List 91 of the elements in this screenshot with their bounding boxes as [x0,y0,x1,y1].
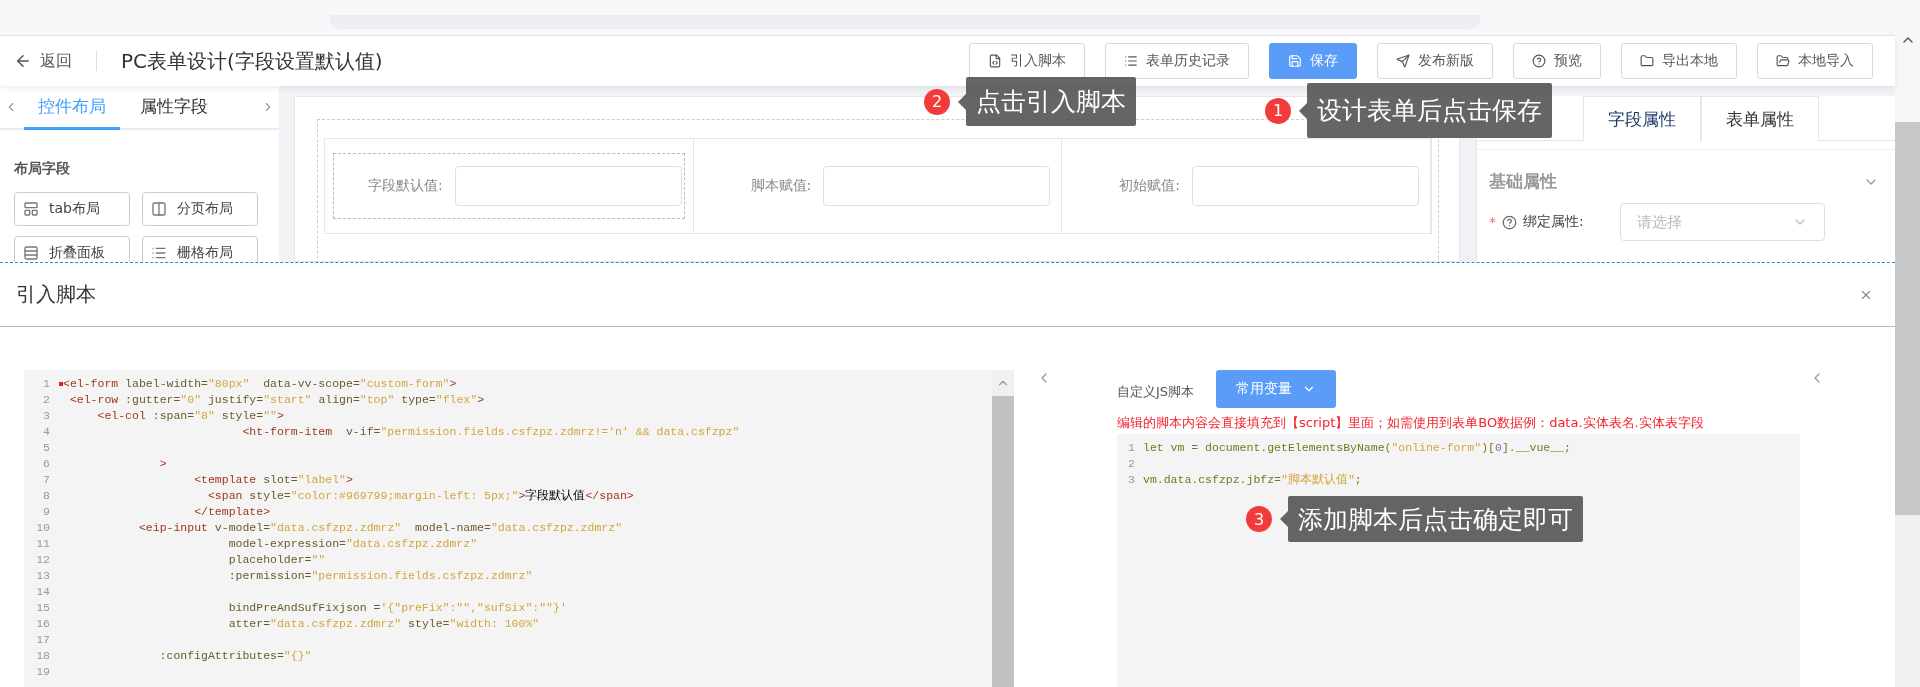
line-number: 2 [42,392,51,408]
panel-tab[interactable]: 属性字段 [126,86,222,130]
button-icon [1532,54,1546,68]
toolbar-button[interactable]: 预览 [1513,43,1601,79]
callout-pointer [958,93,966,110]
hint-text: 编辑的脚本内容会直接填充到【script】里面；如需使用到表单BO数据例：data.实体表名.实体表字段 [1117,414,1705,432]
input-field[interactable] [1192,166,1419,206]
field-label: 绑定属性: [1523,213,1584,231]
form-field[interactable]: 字段默认值: [333,153,685,219]
code-line: > [158,456,167,472]
widget-icon [151,201,167,217]
code-line: model-expression="data.csfzpz.zdmrz" [227,536,478,552]
line-number: 4 [42,424,51,440]
line-number: 13 [35,568,51,584]
line-number: 10 [35,520,51,536]
line-number: 5 [42,440,51,456]
button-icon [1124,54,1138,68]
line-number: 3 [1127,472,1136,488]
toolbar-button[interactable]: 导出本地 [1621,43,1737,79]
code-line: <el-form label-width="80px" data-vv-scope="custom-form"> [63,376,457,392]
back-link[interactable]: 返回 [14,50,72,72]
code-line: let vm = document.getElementsByName("online-form")[0].__vue__; [1143,440,1571,456]
line-number: 2 [1127,456,1136,472]
required-mark: * [1489,214,1496,230]
code-line: vm.data.csfzpz.jbfz="脚本默认值"; [1143,472,1362,488]
code-line: </template> [193,504,271,520]
code-line: bindPreAndSufFixjson ='{"preFix":"","sufSix":""}' [227,600,567,616]
code-line: :configAttributes="{}" [158,648,312,664]
widget-icon [23,201,39,217]
help-icon[interactable] [1502,214,1517,230]
line-number: 14 [35,584,51,600]
button-icon [1396,54,1410,68]
form-field[interactable]: 脚本赋值: [701,153,1054,219]
code-line: atter="data.csfzpz.zdmrz" style="width: 100%" [227,616,540,632]
code-line: <span style="color:#969799;margin-left: 5px;">字段默认值</span> [206,488,634,504]
code-line: <el-col :span="8" style=""> [96,408,284,424]
line-number: 15 [35,600,51,616]
editor-scrollbar[interactable] [992,370,1014,687]
page-scrollbar[interactable] [1895,0,1920,687]
callout-tooltip: 添加脚本后点击确定即可 [1288,496,1583,542]
section-title: 基础属性 [1489,170,1557,193]
line-number: 6 [42,456,51,472]
line-number: 3 [42,408,51,424]
button-icon [1640,54,1654,68]
code-line: placeholder="" [227,552,326,568]
scrollbar-thumb[interactable] [1895,122,1920,515]
fold-marker-icon[interactable] [58,382,63,386]
form-field[interactable]: 初始赋值: [1070,153,1422,219]
code-line: <eip-input v-model="data.csfzpz.zdmrz" model-name="data.csfzpz.zdmrz" [137,520,623,536]
widget-icon [151,245,167,261]
line-number: 16 [35,616,51,632]
drawer-title: 引入脚本 [16,281,96,308]
line-number: 19 [35,664,51,680]
line-number: 8 [42,488,51,504]
line-number: 18 [35,648,51,664]
code-line: <ht-form-item v-if="permission.fields.csfzpz.zdmrz!='n' && data.csfzpz" [241,424,740,440]
toolbar-button[interactable]: 引入脚本 [969,43,1085,79]
toolbar-button[interactable]: 本地导入 [1757,43,1873,79]
field-label: 初始赋值: [1119,177,1180,195]
line-number: 1 [42,376,51,392]
line-number: 11 [35,536,51,552]
panel-tab[interactable]: 字段属性 [1583,96,1701,141]
line-number: 7 [42,472,51,488]
input-field[interactable] [823,166,1051,206]
widget-item[interactable]: tab布局 [14,192,130,226]
page-title: PC表单设计(字段设置默认值) [121,47,384,75]
line-number: 9 [42,504,51,520]
panel-tab[interactable]: 表单属性 [1701,96,1819,141]
script-label: 自定义JS脚本 [1117,383,1195,401]
toolbar-button[interactable]: 表单历史记录 [1105,43,1249,79]
widget-item[interactable]: 分页布局 [142,192,258,226]
button-icon [1776,54,1790,68]
field-label: 脚本赋值: [750,177,812,195]
field-label: 字段默认值: [367,177,443,195]
callout-pointer [1299,102,1307,119]
code-editor[interactable] [24,370,1014,687]
button-icon [1288,54,1302,68]
widget-icon [23,245,39,261]
toolbar-button[interactable]: 发布新版 [1377,43,1493,79]
callout-pointer [1280,511,1288,527]
button-icon [988,54,1002,68]
input-field[interactable] [454,166,682,206]
code-line: :permission="permission.fields.csfzpz.zdmrz" [227,568,533,584]
code-line: <el-row :gutter="0" justify="start" align="top" type="flex"> [68,392,485,408]
callout-tooltip: 设计表单后点击保存 [1307,83,1552,138]
section-title: 布局字段 [13,159,71,178]
code-line: <template slot="label"> [193,472,353,488]
line-number: 1 [1127,440,1136,456]
line-number: 12 [35,552,51,568]
line-number: 17 [35,632,51,648]
callout-tooltip: 点击引入脚本 [966,77,1136,126]
